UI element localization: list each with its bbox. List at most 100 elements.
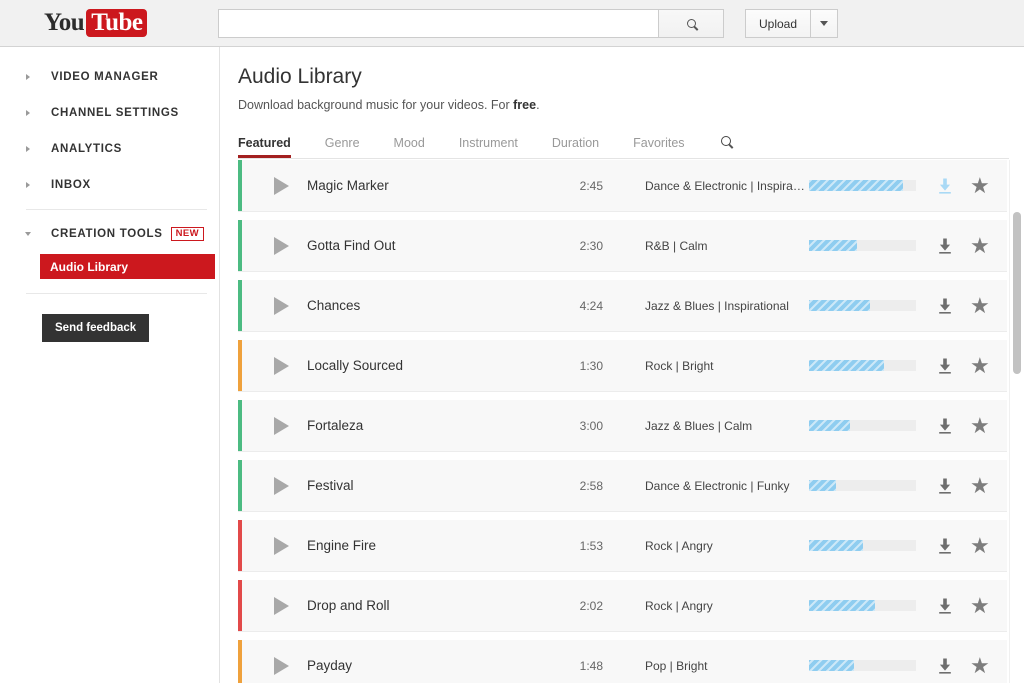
page-title: Audio Library	[238, 65, 362, 88]
download-icon[interactable]	[936, 297, 954, 315]
play-icon[interactable]	[274, 176, 289, 195]
send-feedback-button[interactable]: Send feedback	[42, 314, 150, 342]
download-icon[interactable]	[936, 657, 954, 675]
track-row[interactable]: Engine Fire 1:53 Rock | Angry ★	[238, 520, 1007, 572]
star-icon[interactable]: ★	[970, 474, 990, 497]
scrollbar[interactable]	[1009, 160, 1023, 683]
sidebar-item-channel-settings[interactable]: CHANNEL SETTINGS	[0, 95, 219, 131]
sidebar-item-analytics[interactable]: ANALYTICS	[0, 131, 219, 167]
track-list: Magic Marker 2:45 Dance & Electronic | Ins…	[221, 160, 1024, 683]
popularity-bar-fill	[809, 540, 863, 551]
track-row[interactable]: Payday 1:48 Pop | Bright ★	[238, 640, 1007, 683]
track-title[interactable]: Gotta Find Out	[307, 238, 547, 253]
track-tags: Dance & Electronic | Inspirati…	[645, 178, 807, 193]
upload-button[interactable]: Upload	[745, 9, 811, 38]
play-icon[interactable]	[274, 596, 289, 615]
track-title[interactable]: Festival	[307, 478, 547, 493]
track-row[interactable]: Festival 2:58 Dance & Electronic | Funky ★	[238, 460, 1007, 512]
track-row[interactable]: Gotta Find Out 2:30 R&B | Calm ★	[238, 220, 1007, 272]
sidebar-item-audio-library[interactable]: Audio Library	[40, 254, 215, 279]
sidebar-item-label: CREATION TOOLS	[51, 228, 163, 240]
popularity-bar	[809, 180, 916, 191]
upload-group: Upload	[745, 9, 839, 38]
track-title[interactable]: Engine Fire	[307, 538, 547, 553]
track-row[interactable]: Fortaleza 3:00 Jazz & Blues | Calm ★	[238, 400, 1007, 452]
chevron-right-icon	[26, 110, 30, 116]
download-icon[interactable]	[936, 477, 954, 495]
track-row[interactable]: Drop and Roll 2:02 Rock | Angry ★	[238, 580, 1007, 632]
star-icon[interactable]: ★	[970, 174, 990, 197]
track-title[interactable]: Payday	[307, 658, 547, 673]
tab-featured[interactable]: Featured	[238, 136, 291, 158]
download-icon[interactable]	[936, 177, 954, 195]
track-duration: 1:53	[579, 538, 603, 553]
track-tags: R&B | Calm	[645, 238, 708, 253]
sidebar-item-video-manager[interactable]: VIDEO MANAGER	[0, 59, 219, 95]
tab-duration[interactable]: Duration	[552, 136, 599, 158]
sidebar-item-creation-tools[interactable]: CREATION TOOLS NEW	[0, 216, 219, 252]
track-duration: 1:48	[579, 658, 603, 673]
play-icon[interactable]	[274, 416, 289, 435]
star-icon[interactable]: ★	[970, 354, 990, 377]
track-tags: Jazz & Blues | Calm	[645, 418, 753, 433]
sidebar-item-label: Audio Library	[50, 259, 129, 274]
play-icon[interactable]	[274, 356, 289, 375]
popularity-bar	[809, 240, 916, 251]
play-icon[interactable]	[274, 236, 289, 255]
download-icon[interactable]	[936, 537, 954, 555]
popularity-bar-fill	[809, 480, 836, 491]
star-icon[interactable]: ★	[970, 594, 990, 617]
track-title[interactable]: Drop and Roll	[307, 598, 547, 613]
track-tags: Rock | Angry	[645, 538, 713, 553]
download-icon[interactable]	[936, 597, 954, 615]
sidebar-item-inbox[interactable]: INBOX	[0, 167, 219, 203]
tab-bar: Featured Genre Mood Instrument Duration …	[238, 131, 1009, 159]
star-icon[interactable]: ★	[970, 234, 990, 257]
star-icon[interactable]: ★	[970, 654, 990, 677]
tab-genre[interactable]: Genre	[325, 136, 360, 158]
tab-search-button[interactable]	[720, 133, 731, 158]
popularity-bar	[809, 480, 916, 491]
logo-you-text: You	[44, 9, 85, 36]
youtube-logo[interactable]: You Tube	[44, 9, 148, 37]
page-subtitle-pre: Download background music for your video…	[238, 98, 514, 112]
track-title[interactable]: Chances	[307, 298, 547, 313]
tab-mood[interactable]: Mood	[394, 136, 425, 158]
chevron-right-icon	[26, 146, 30, 152]
page-subtitle-post: .	[536, 98, 540, 112]
popularity-bar	[809, 300, 916, 311]
tab-favorites[interactable]: Favorites	[633, 136, 684, 158]
search-button[interactable]	[658, 9, 724, 38]
play-icon[interactable]	[274, 296, 289, 315]
download-icon[interactable]	[936, 417, 954, 435]
star-icon[interactable]: ★	[970, 294, 990, 317]
track-row[interactable]: Chances 4:24 Jazz & Blues | Inspirational ★	[238, 280, 1007, 332]
chevron-down-icon	[820, 21, 829, 26]
track-title[interactable]: Magic Marker	[307, 178, 547, 193]
track-accent-bar	[238, 220, 242, 271]
scrollbar-thumb[interactable]	[1013, 212, 1021, 375]
play-icon[interactable]	[274, 656, 289, 675]
track-row[interactable]: Magic Marker 2:45 Dance & Electronic | Ins…	[238, 160, 1007, 212]
play-icon[interactable]	[274, 476, 289, 495]
search-icon	[720, 136, 731, 146]
sidebar-item-label: ANALYTICS	[51, 143, 123, 155]
tab-instrument[interactable]: Instrument	[459, 136, 518, 158]
track-duration: 2:58	[579, 478, 603, 493]
track-title[interactable]: Locally Sourced	[307, 358, 547, 373]
search-input[interactable]	[218, 9, 658, 38]
track-row[interactable]: Locally Sourced 1:30 Rock | Bright ★	[238, 340, 1007, 392]
download-icon[interactable]	[936, 357, 954, 375]
main-content: Audio Library Download background music …	[221, 47, 1024, 683]
top-bar: You Tube Upload	[0, 0, 1024, 47]
track-tags: Rock | Angry	[645, 598, 713, 613]
upload-dropdown-button[interactable]	[810, 9, 839, 38]
popularity-bar-fill	[809, 600, 876, 611]
track-accent-bar	[238, 400, 242, 451]
popularity-bar	[809, 540, 916, 551]
play-icon[interactable]	[274, 536, 289, 555]
track-title[interactable]: Fortaleza	[307, 418, 547, 433]
star-icon[interactable]: ★	[970, 414, 990, 437]
star-icon[interactable]: ★	[970, 534, 990, 557]
download-icon[interactable]	[936, 237, 954, 255]
